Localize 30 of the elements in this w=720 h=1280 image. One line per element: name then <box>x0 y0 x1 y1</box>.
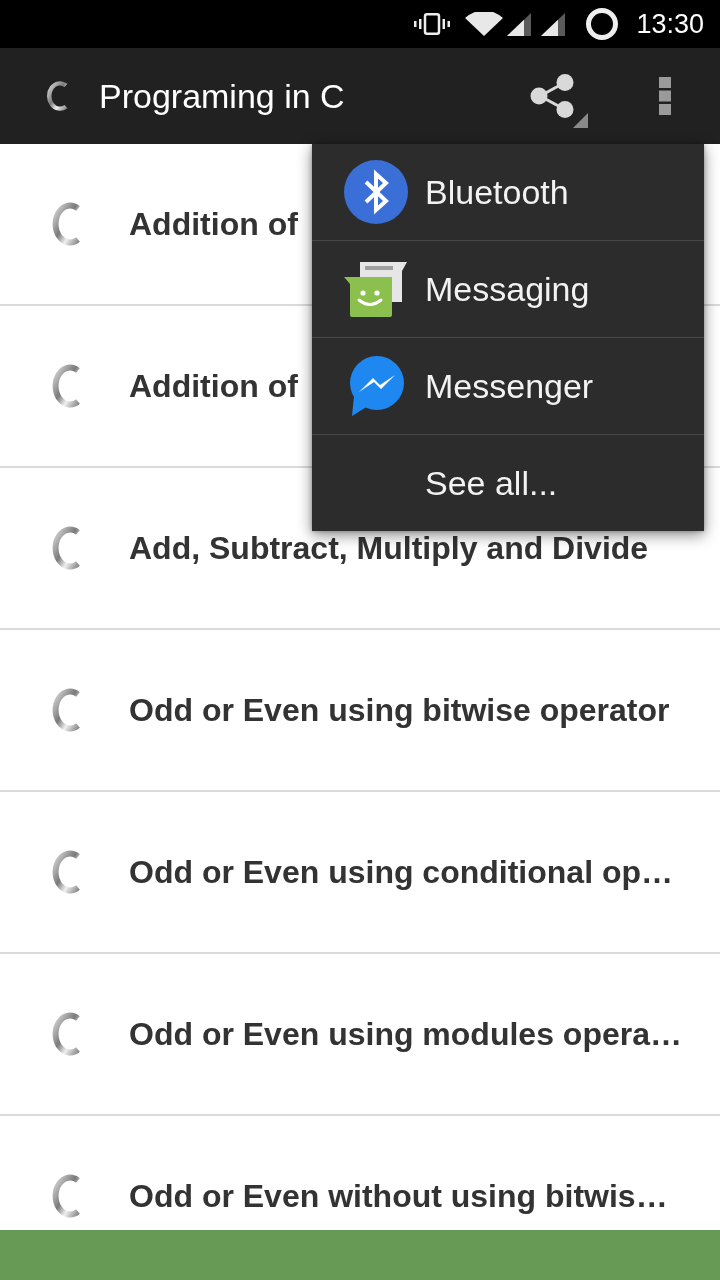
c-logo-icon <box>50 526 82 570</box>
menu-item[interactable]: Bluetooth <box>312 144 704 241</box>
c-logo-icon <box>50 850 82 894</box>
list-item-title[interactable]: Addition of <box>129 367 298 405</box>
bluetooth-icon <box>344 160 408 224</box>
wifi-icon <box>465 12 504 36</box>
c-logo-icon <box>50 688 82 732</box>
menu-item[interactable]: See all... <box>312 435 704 531</box>
share-icon[interactable] <box>530 74 574 118</box>
list-item-title[interactable]: Addition of <box>129 205 298 243</box>
list-item-title[interactable]: Odd or Even using conditional op… <box>129 853 673 891</box>
menu-item[interactable]: Messenger <box>312 338 704 435</box>
app-title: Programing in C <box>99 76 345 116</box>
c-logo-icon <box>50 1174 82 1218</box>
list-item-title[interactable]: Add, Subtract, Multiply and Divide <box>129 529 649 567</box>
list-item-title[interactable]: Odd or Even using bitwise operator <box>129 691 670 729</box>
c-logo-icon <box>50 364 82 408</box>
list-item-title[interactable]: Odd or Even using modules opera… <box>129 1015 682 1053</box>
c-logo-icon <box>50 1012 82 1056</box>
signal-icon <box>541 12 566 36</box>
ring-icon <box>586 8 619 40</box>
more-icon[interactable] <box>659 77 671 115</box>
corner-triangle-icon <box>573 113 588 128</box>
status-time: 13:30 <box>636 10 704 38</box>
c-logo-icon <box>50 202 82 246</box>
c-logo-icon <box>45 81 69 111</box>
vibrate-icon <box>414 13 451 35</box>
signal-icon <box>507 12 532 36</box>
list-item-title[interactable]: Odd or Even without using bitwis… <box>129 1177 668 1215</box>
menu-item[interactable]: Messaging <box>312 241 704 338</box>
